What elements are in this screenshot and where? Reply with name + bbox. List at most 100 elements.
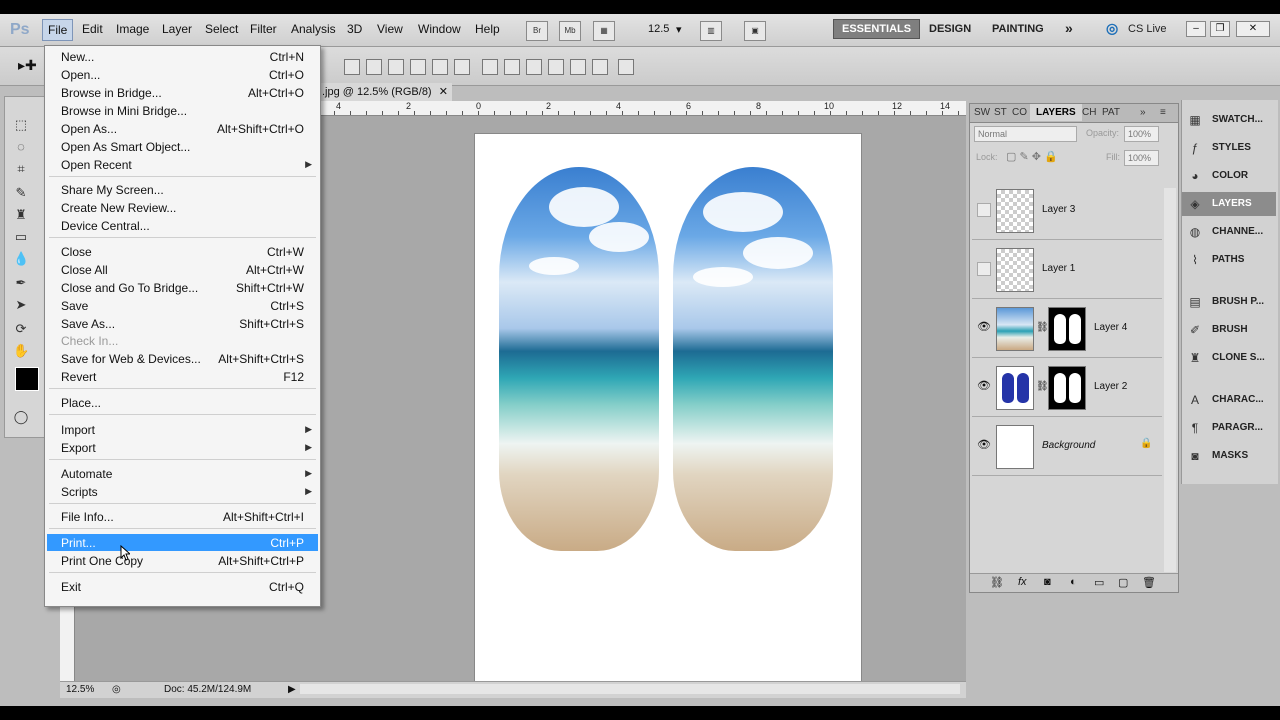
layer-name[interactable]: Layer 4 [1094,322,1127,333]
layer-row[interactable]: 👁 ⛓ Layer 4 [972,300,1162,358]
distribute-hcenter-icon[interactable] [570,59,586,75]
align-top-icon[interactable] [344,59,360,75]
menu-item-new[interactable]: New... Ctrl+N [47,48,318,65]
tab-styles[interactable]: ST [994,107,1007,118]
chain-link-icon[interactable]: ⛓ [1036,322,1049,333]
layer-name[interactable]: Layer 3 [1042,204,1075,215]
dock-brush-presets[interactable]: ▤ BRUSH P... [1182,290,1276,314]
restore-icon[interactable]: ❐ [1210,21,1230,37]
lasso-tool-icon[interactable]: ◌ [13,139,29,155]
add-mask-icon[interactable]: ◙ [1044,576,1051,588]
mini-bridge-icon[interactable]: Mb [559,21,581,41]
menu-window[interactable]: Window [414,22,465,36]
menu-item-revert[interactable]: Revert F12 [47,368,318,385]
menu-edit[interactable]: Edit [78,22,107,36]
hand-tool-icon[interactable]: ✋ [13,343,29,359]
menu-item-close-all[interactable]: Close All Alt+Ctrl+W [47,261,318,278]
menu-select[interactable]: Select [201,22,242,36]
menu-item-export[interactable]: Export ▶ [47,439,318,456]
tab-paths[interactable]: PAT [1102,107,1120,118]
move-tool-icon[interactable]: ▸✚ [18,57,37,74]
layer-mask-thumbnail[interactable] [1048,366,1086,410]
eye-icon[interactable]: 👁 [976,379,992,395]
visibility-toggle[interactable] [977,203,991,217]
tab-channels[interactable]: CH [1082,107,1096,118]
align-vcenter-icon[interactable] [366,59,382,75]
crop-tool-icon[interactable]: ⌗ [13,161,29,177]
layer-mask-thumbnail[interactable] [1048,307,1086,351]
dock-styles[interactable]: ƒ STYLES [1182,136,1276,160]
align-bottom-icon[interactable] [388,59,404,75]
close-icon[interactable]: ✕ [1236,21,1270,37]
align-right-icon[interactable] [454,59,470,75]
align-left-icon[interactable] [410,59,426,75]
menu-item-save-for-web[interactable]: Save for Web & Devices... Alt+Shift+Ctrl+… [47,350,318,367]
fill-field[interactable]: 100% [1124,150,1159,166]
dock-swatches[interactable]: ▦ SWATCH... [1182,108,1276,132]
menu-item-browse-bridge[interactable]: Browse in Bridge... Alt+Ctrl+O [47,84,318,101]
menu-help[interactable]: Help [471,22,504,36]
menu-item-print-one-copy[interactable]: Print One Copy Alt+Shift+Ctrl+P [47,552,318,569]
new-layer-icon[interactable]: ▢ [1118,576,1128,589]
menu-item-file-info[interactable]: File Info... Alt+Shift+Ctrl+I [47,508,318,525]
marquee-tool-icon[interactable]: ⬚ [13,117,29,133]
visibility-toggle[interactable] [977,262,991,276]
layer-row[interactable]: 👁 ⛓ Layer 2 [972,359,1162,417]
distribute-top-icon[interactable] [482,59,498,75]
3d-tool-icon[interactable]: ⟳ [13,321,29,337]
chain-link-icon[interactable]: ⛓ [1036,381,1049,392]
menu-item-close-go-bridge[interactable]: Close and Go To Bridge... Shift+Ctrl+W [47,279,318,296]
menu-view[interactable]: View [373,22,407,36]
distribute-bottom-icon[interactable] [526,59,542,75]
arrange-docs-icon[interactable]: ▥ [700,21,722,41]
bridge-icon[interactable]: Br [526,21,548,41]
dock-paragraph[interactable]: ¶ PARAGR... [1182,416,1276,440]
layers-scrollbar[interactable] [1164,188,1176,572]
eraser-tool-icon[interactable]: ▭ [13,229,29,245]
dock-paths[interactable]: ⌇ PATHS [1182,248,1276,272]
menu-item-import[interactable]: Import ▶ [47,421,318,438]
eyedropper-tool-icon[interactable]: ✎ [13,185,29,201]
dock-channels[interactable]: ◍ CHANNE... [1182,220,1276,244]
menu-item-save-as[interactable]: Save As... Shift+Ctrl+S [47,315,318,332]
menu-item-close[interactable]: Close Ctrl+W [47,243,318,260]
pen-tool-icon[interactable]: ✒ [13,275,29,291]
distribute-right-icon[interactable] [592,59,608,75]
panel-collapse-icon[interactable]: » [1140,107,1146,118]
menu-item-place[interactable]: Place... [47,394,318,411]
foreground-color-swatch[interactable] [15,367,39,391]
menu-item-scripts[interactable]: Scripts ▶ [47,483,318,500]
opacity-field[interactable]: 100% [1124,126,1159,142]
distribute-left-icon[interactable] [548,59,564,75]
close-doc-icon[interactable]: ✕ [439,83,448,101]
horizontal-scrollbar[interactable] [300,684,960,694]
extras-icon[interactable]: ▦ [593,21,615,41]
menu-image[interactable]: Image [112,22,153,36]
more-workspaces-icon[interactable]: » [1065,20,1073,36]
tab-swatches[interactable]: SW [974,107,990,118]
menu-item-open-as[interactable]: Open As... Alt+Shift+Ctrl+O [47,120,318,137]
trash-icon[interactable]: 🗑 [1142,576,1156,589]
layer-row[interactable]: Layer 1 [972,241,1162,299]
menu-item-exit[interactable]: Exit Ctrl+Q [47,578,318,595]
menu-item-browse-mini-bridge[interactable]: Browse in Mini Bridge... [47,102,318,119]
menu-layer[interactable]: Layer [158,22,196,36]
auto-align-icon[interactable] [618,59,634,75]
status-menu-icon[interactable]: ◎ [112,682,121,698]
workspace-painting[interactable]: PAINTING [992,23,1044,35]
document-tab[interactable]: .jpg @ 12.5% (RGB/8) ✕ [318,83,452,101]
layer-name[interactable]: Background [1042,440,1095,451]
distribute-vcenter-icon[interactable] [504,59,520,75]
menu-item-automate[interactable]: Automate ▶ [47,465,318,482]
screen-mode-icon[interactable]: ▣ [744,21,766,41]
dock-character[interactable]: A CHARAC... [1182,388,1276,412]
workspace-design[interactable]: DESIGN [929,23,971,35]
menu-item-save[interactable]: Save Ctrl+S [47,297,318,314]
menu-item-share-screen[interactable]: Share My Screen... [47,181,318,198]
dock-color[interactable]: ◕ COLOR [1182,164,1276,188]
tab-layers[interactable]: LAYERS [1030,104,1082,121]
quick-mask-icon[interactable]: ◯ [13,409,29,425]
menu-item-open-recent[interactable]: Open Recent ▶ [47,156,318,173]
menu-item-print[interactable]: Print... Ctrl+P [47,534,318,551]
align-hcenter-icon[interactable] [432,59,448,75]
